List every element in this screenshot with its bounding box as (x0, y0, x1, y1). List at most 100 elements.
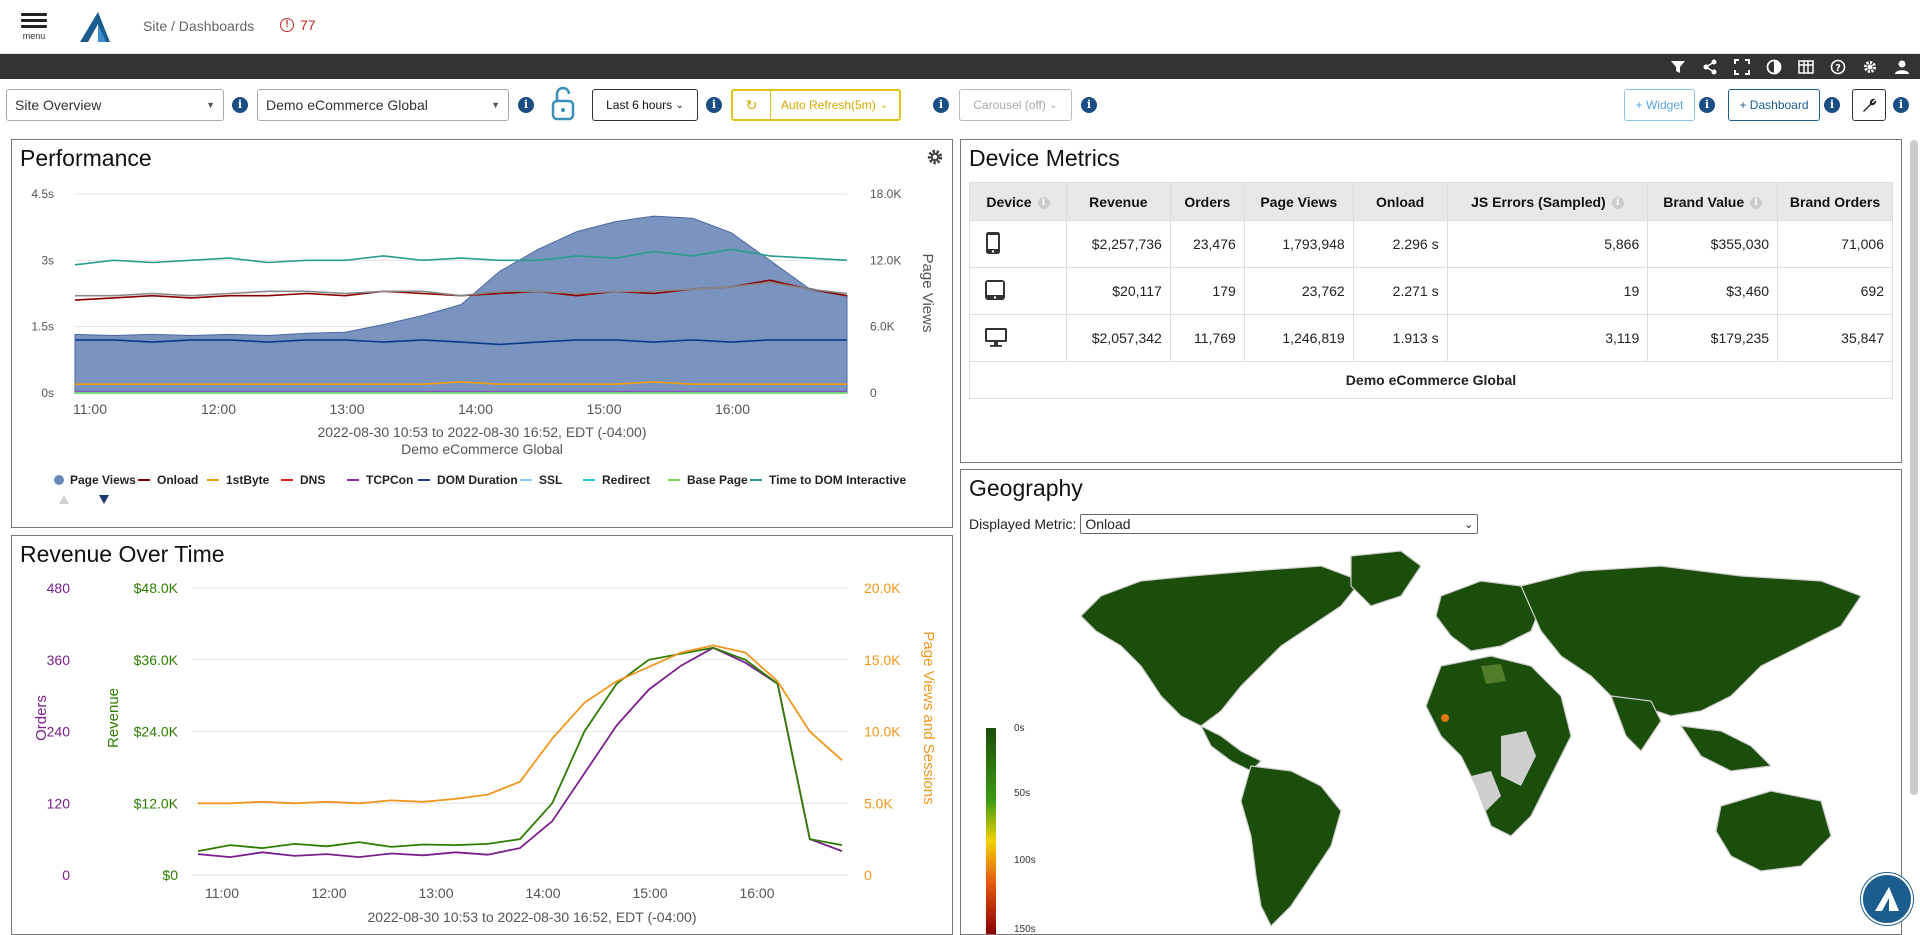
settings-icon[interactable] (1860, 57, 1880, 77)
info-icon[interactable]: i (1699, 97, 1715, 113)
column-header-label: Onload (1376, 193, 1425, 210)
logo-icon (1875, 887, 1899, 911)
column-header[interactable]: Onload (1352, 182, 1448, 221)
y2-axis-title: Page Views (919, 254, 936, 333)
x-tick-label: 13:00 (418, 885, 453, 901)
user-icon[interactable] (1892, 57, 1912, 77)
info-icon[interactable]: i (1611, 196, 1624, 209)
dashboard-select-value: Site Overview (15, 97, 102, 113)
refresh-icon[interactable]: ↻ (733, 91, 771, 119)
table-cell: 23,476 (1169, 220, 1245, 268)
revenue-chart[interactable]: 0 120 240 360 480 $0 $12.0K $24.0K $36.0K $48.0K 0… (12, 536, 952, 935)
y-axis-title: Page Views and Sessions (920, 631, 937, 804)
info-icon[interactable]: i (1081, 97, 1097, 113)
legend-item: Base Page (687, 473, 748, 487)
assistant-button[interactable] (1861, 873, 1913, 925)
y2-tick-label: 6.0K (870, 320, 895, 334)
legend-page-down-icon (99, 495, 109, 504)
columns-icon[interactable] (1796, 57, 1816, 77)
column-header[interactable]: Orders (1169, 182, 1245, 221)
carousel-select[interactable]: Carousel (off) ⌄ (959, 89, 1072, 121)
y-tick-label: 360 (47, 652, 71, 668)
tool-bar: ? (0, 54, 1920, 79)
y2-tick-label: 0 (870, 386, 877, 400)
breadcrumb[interactable]: Site / Dashboards (143, 18, 254, 34)
alert-count: 77 (300, 17, 316, 33)
metric-label: Displayed Metric: (969, 516, 1077, 532)
table-cell: 179 (1169, 267, 1245, 315)
column-header[interactable]: Page Views (1243, 182, 1354, 221)
caret-down-icon: ▼ (206, 100, 215, 110)
add-dashboard-button[interactable]: + Dashboard (1728, 89, 1820, 121)
world-map[interactable]: 0s 50s 100s 150s (961, 536, 1901, 935)
y-tick-label: 5.0K (864, 795, 893, 811)
fullscreen-icon[interactable] (1732, 57, 1752, 77)
y2-tick-label: 12.0K (870, 253, 901, 267)
y-tick-label: 0 (864, 867, 872, 883)
metric-select[interactable]: Onload ⌄ (1080, 514, 1479, 534)
alerts-indicator[interactable]: ! 77 (280, 17, 316, 33)
help-icon[interactable]: ? (1828, 57, 1848, 77)
table-row[interactable]: $20,117 179 23,762 2.271 s 19 $3,460 692 (969, 267, 1893, 315)
column-header[interactable]: Brand Orders (1777, 182, 1893, 221)
table-cell: 5,866 (1446, 220, 1649, 268)
performance-chart[interactable]: 0s 1.5s 3s 4.5s 0 6.0K 12.0K 18.0K 11:00 12:00 13:… (12, 140, 952, 528)
dashboard-select[interactable]: Site Overview ▼ (6, 89, 224, 121)
table-cell: 23,762 (1243, 267, 1354, 315)
column-header[interactable]: Device i (969, 182, 1067, 221)
column-header[interactable]: JS Errors (Sampled) i (1446, 182, 1649, 221)
info-icon[interactable]: i (1037, 196, 1050, 209)
page-scrollbar[interactable] (1910, 140, 1918, 795)
table-cell: 2.271 s (1352, 267, 1448, 315)
column-header[interactable]: Brand Value i (1647, 182, 1779, 221)
revenue-panel: Revenue Over Time 0 120 240 360 480 $0 $12.0K $… (11, 535, 953, 935)
info-icon[interactable]: i (518, 97, 534, 113)
menu-button[interactable]: menu (18, 10, 50, 50)
table-cell: $355,030 (1647, 220, 1779, 268)
color-scale-bar (986, 728, 996, 934)
legend-item: DOM Duration (437, 473, 518, 487)
alert-icon: ! (280, 18, 294, 32)
info-icon[interactable]: i (706, 97, 722, 113)
y-tick-label: 120 (47, 795, 71, 811)
chevron-down-icon: ⌄ (1464, 518, 1474, 531)
table-row[interactable]: $2,057,342 11,769 1,246,819 1.913 s 3,11… (969, 314, 1893, 362)
add-widget-button[interactable]: + Widget (1624, 89, 1695, 121)
logo-icon (80, 12, 110, 42)
unlock-icon[interactable] (551, 86, 575, 122)
device-metrics-table: Device i Revenue Orders Page Views Onload… (969, 182, 1893, 399)
info-icon[interactable]: i (1824, 97, 1840, 113)
filter-icon[interactable] (1668, 57, 1688, 77)
device-metrics-panel: Device Metrics Device i Revenue Orders Pa… (960, 139, 1902, 463)
table-cell: 692 (1777, 267, 1893, 315)
device-cell (969, 267, 1067, 315)
info-icon[interactable]: i (933, 97, 949, 113)
auto-refresh-label: Auto Refresh(5m) (781, 98, 876, 112)
column-header-label: JS Errors (Sampled) (1471, 193, 1606, 210)
time-range-select[interactable]: Last 6 hours ⌄ (592, 89, 698, 121)
share-icon[interactable] (1700, 57, 1720, 77)
table-row[interactable]: $2,257,736 23,476 1,793,948 2.296 s 5,86… (969, 220, 1893, 268)
scale-label: 0s (1014, 723, 1025, 734)
info-icon[interactable]: i (1893, 97, 1909, 113)
series-area (74, 215, 848, 394)
y-tick-label: $24.0K (134, 724, 179, 740)
series-line (197, 646, 843, 859)
app-select[interactable]: Demo eCommerce Global ▼ (257, 89, 509, 121)
hamburger-icon-bar (21, 25, 47, 28)
edit-tools-button[interactable] (1852, 89, 1886, 121)
app-select-value: Demo eCommerce Global (266, 97, 428, 113)
desktop-icon (985, 327, 1007, 347)
series-line (197, 646, 843, 852)
table-cell: 35,847 (1777, 314, 1893, 362)
y2-tick-label: 18.0K (870, 187, 901, 201)
column-header[interactable]: Revenue (1065, 182, 1171, 221)
info-icon[interactable]: i (232, 97, 248, 113)
legend-item: Redirect (602, 473, 650, 487)
info-icon[interactable]: i (1750, 196, 1763, 209)
auto-refresh-button[interactable]: ↻ Auto Refresh(5m) ⌄ (731, 89, 901, 121)
series-line (198, 644, 843, 805)
column-header-label: Brand Value (1663, 193, 1745, 210)
contrast-icon[interactable] (1764, 57, 1784, 77)
y-tick-label: 240 (47, 724, 71, 740)
